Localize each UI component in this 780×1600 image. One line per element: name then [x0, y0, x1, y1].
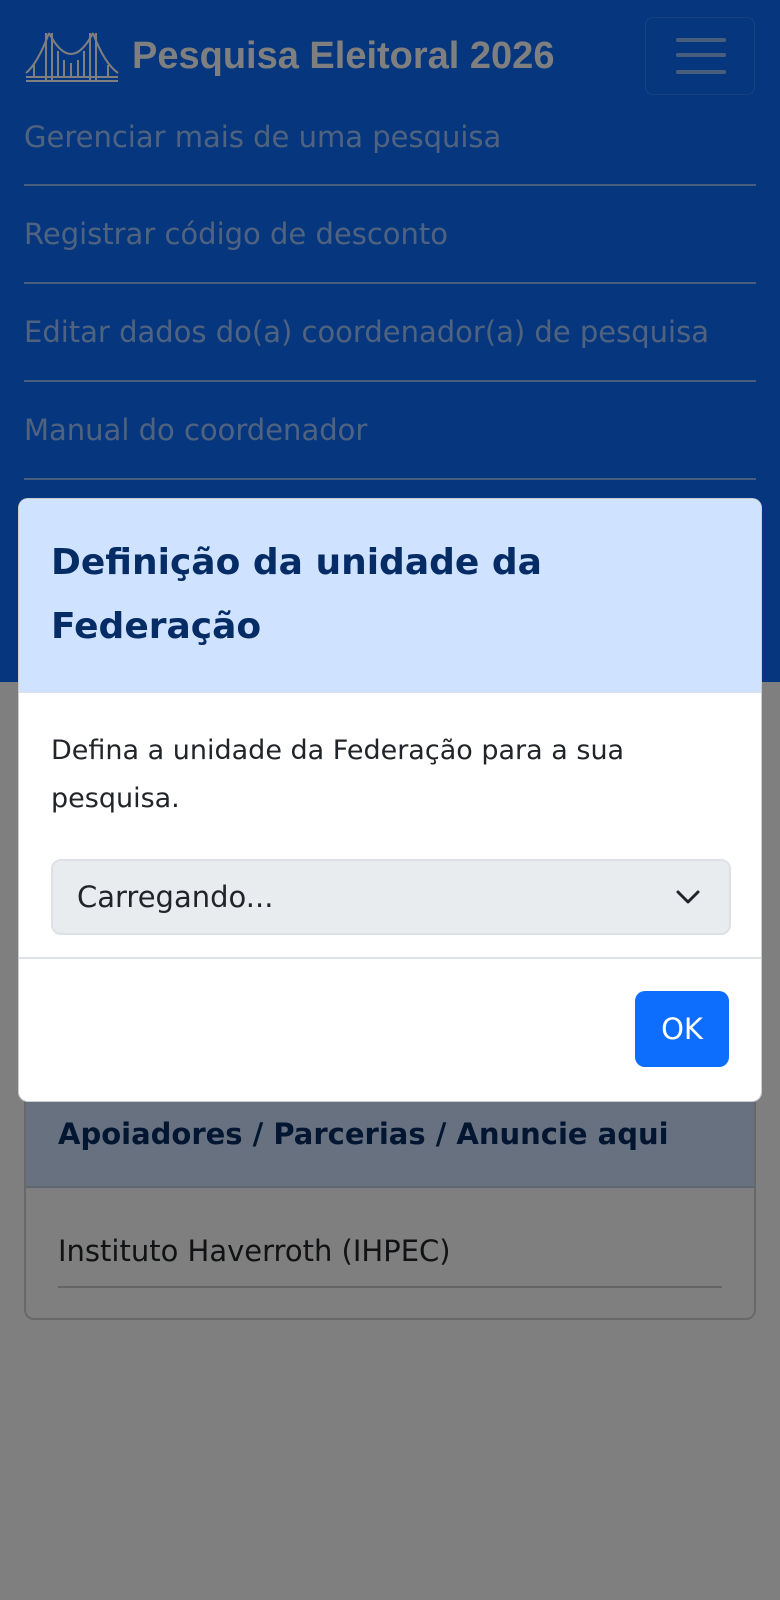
uf-select-value: Carregando... [77, 880, 274, 914]
modal-footer: OK [19, 957, 761, 1101]
modal-body: Defina a unidade da Federação para a sua… [19, 693, 761, 957]
uf-select[interactable]: Carregando... [51, 859, 731, 935]
chevron-down-icon [676, 890, 700, 904]
uf-modal: Definição da unidade da Federação Defina… [18, 498, 762, 1102]
ok-button[interactable]: OK [635, 991, 729, 1067]
modal-header: Definição da unidade da Federação [19, 499, 761, 693]
modal-body-text: Defina a unidade da Federação para a sua… [51, 735, 625, 814]
modal-title: Definição da unidade da Federação [51, 542, 542, 647]
